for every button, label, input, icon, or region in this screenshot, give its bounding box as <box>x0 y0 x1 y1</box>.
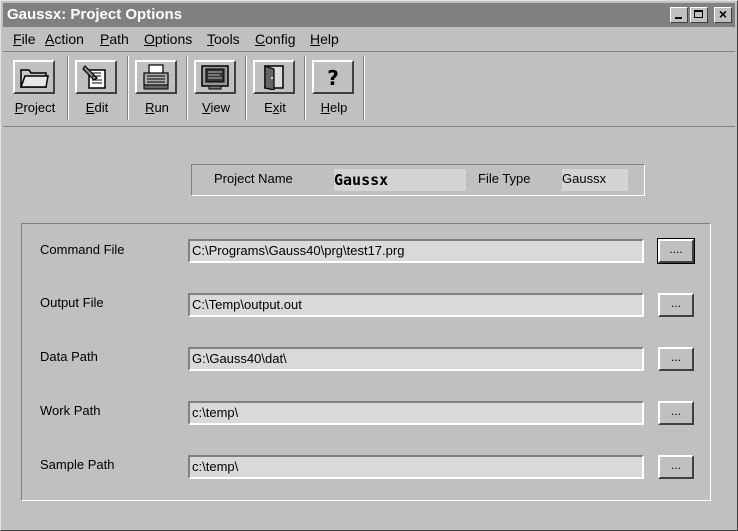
command-file-browse-button[interactable]: .... <box>657 238 695 264</box>
output-file-field[interactable]: C:\Temp\output.out <box>188 293 644 317</box>
menu-action[interactable]: Action <box>45 31 84 47</box>
toolbar-project-button[interactable]: Project <box>7 56 63 122</box>
work-path-label: Work Path <box>40 403 101 418</box>
maximize-button[interactable] <box>690 7 708 23</box>
close-button[interactable]: × <box>714 6 732 23</box>
sample-path-browse-button[interactable]: ... <box>658 455 694 479</box>
edit-icon <box>75 60 117 94</box>
close-icon: × <box>718 6 728 22</box>
project-info-panel: Project Name Gaussx File Type Gaussx <box>191 164 645 196</box>
door-icon <box>253 60 295 94</box>
window-title: Gaussx: Project Options <box>7 6 183 23</box>
toolbar-run-button[interactable]: Run <box>129 56 185 122</box>
file-type-label: File Type <box>478 171 531 186</box>
svg-text:?: ? <box>327 66 339 90</box>
menu-bar: File Action Path Options Tools Config He… <box>3 28 735 50</box>
work-path-field[interactable]: c:\temp\ <box>188 401 644 425</box>
data-path-browse-button[interactable]: ... <box>658 347 694 371</box>
minimize-button[interactable] <box>670 7 688 23</box>
menu-file[interactable]: File <box>13 31 36 47</box>
folder-icon <box>13 60 55 94</box>
title-bar[interactable]: Gaussx: Project Options × <box>3 3 735 27</box>
file-type-value: Gaussx <box>562 169 628 191</box>
menu-tools[interactable]: Tools <box>207 31 240 47</box>
command-file-label: Command File <box>40 242 125 257</box>
printer-icon <box>135 60 177 94</box>
data-path-label: Data Path <box>40 349 98 364</box>
command-file-field[interactable]: C:\Programs\Gauss40\prg\test17.prg <box>188 239 644 263</box>
monitor-icon <box>194 60 236 94</box>
toolbar: Project Edit Run View Exit ? Help <box>3 51 735 127</box>
sample-path-field[interactable]: c:\temp\ <box>188 455 644 479</box>
menu-help[interactable]: Help <box>310 31 339 47</box>
output-file-label: Output File <box>40 295 104 310</box>
project-name-value: Gaussx <box>334 169 466 191</box>
toolbar-edit-button[interactable]: Edit <box>69 56 125 122</box>
project-options-window: Gaussx: Project Options × File Action Pa… <box>0 0 738 531</box>
toolbar-separator <box>363 56 365 120</box>
toolbar-exit-button[interactable]: Exit <box>247 56 303 122</box>
menu-options[interactable]: Options <box>144 31 192 47</box>
maximize-icon <box>694 10 703 18</box>
menu-config[interactable]: Config <box>255 31 295 47</box>
work-path-browse-button[interactable]: ... <box>658 401 694 425</box>
toolbar-view-button[interactable]: View <box>188 56 244 122</box>
minimize-icon <box>675 17 682 19</box>
project-name-label: Project Name <box>214 171 293 186</box>
toolbar-help-button[interactable]: ? Help <box>306 56 362 122</box>
data-path-field[interactable]: G:\Gauss40\dat\ <box>188 347 644 371</box>
sample-path-label: Sample Path <box>40 457 115 472</box>
output-file-browse-button[interactable]: ... <box>658 293 694 317</box>
question-icon: ? <box>312 60 354 94</box>
paths-group: Command File C:\Programs\Gauss40\prg\tes… <box>21 223 711 501</box>
menu-path[interactable]: Path <box>100 31 129 47</box>
